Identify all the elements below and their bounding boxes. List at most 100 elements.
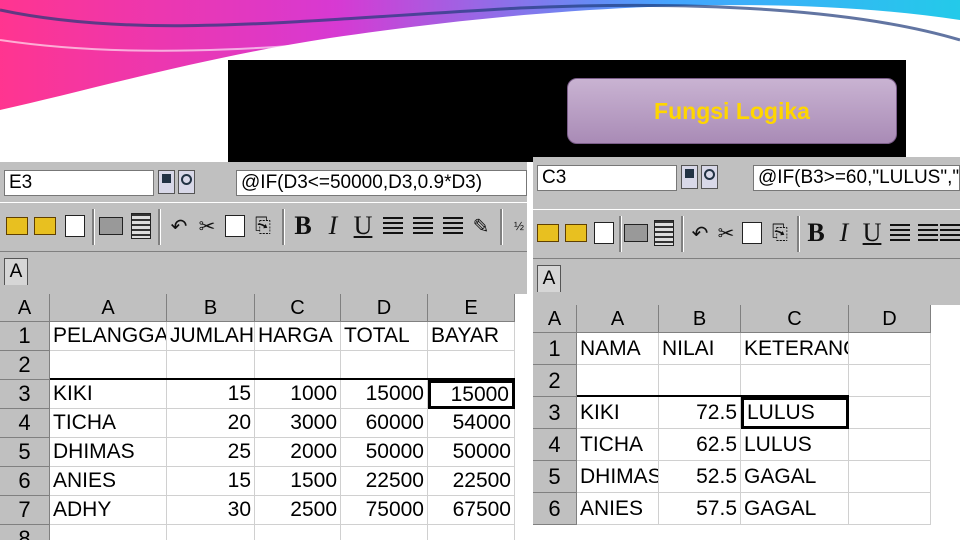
- undo-icon[interactable]: ↶: [166, 211, 192, 241]
- column-header-d[interactable]: D: [341, 294, 428, 322]
- bold-button[interactable]: B: [803, 218, 829, 248]
- grid-cell[interactable]: [167, 525, 255, 540]
- row-header-6[interactable]: 6: [0, 467, 50, 496]
- grid-cell[interactable]: 15000: [341, 380, 428, 409]
- sheet-tab-a[interactable]: A: [537, 265, 561, 292]
- navigator-icon[interactable]: [158, 170, 175, 194]
- grid-cell[interactable]: 20: [167, 409, 255, 438]
- grid-cell[interactable]: 2000: [255, 438, 341, 467]
- column-header-a[interactable]: A: [577, 305, 659, 333]
- grid-cell[interactable]: 50000: [428, 438, 515, 467]
- row-header-3[interactable]: 3: [0, 380, 50, 409]
- grid-cell[interactable]: ADHY: [50, 496, 167, 525]
- grid-cell[interactable]: JUMLAH: [167, 322, 255, 351]
- grid-cell[interactable]: 30: [167, 496, 255, 525]
- align-right-icon[interactable]: [937, 218, 960, 248]
- row-header-1[interactable]: 1: [533, 333, 577, 365]
- grid-cell[interactable]: ANIES: [577, 493, 659, 525]
- grid-cell[interactable]: 1500: [255, 467, 341, 496]
- row-header-4[interactable]: 4: [533, 429, 577, 461]
- open-folder-icon[interactable]: [535, 218, 561, 248]
- cell-reference-box[interactable]: C3: [537, 165, 677, 191]
- paste-icon[interactable]: ⎘: [250, 211, 276, 241]
- italic-button[interactable]: I: [320, 211, 346, 241]
- function-icon[interactable]: [701, 165, 718, 189]
- grid-cell[interactable]: 75000: [341, 496, 428, 525]
- column-header-a[interactable]: A: [50, 294, 167, 322]
- grid-cell[interactable]: GAGAL: [741, 461, 849, 493]
- grid-cell[interactable]: NILAI: [659, 333, 741, 365]
- print-icon[interactable]: [98, 211, 124, 241]
- grid-cell[interactable]: [849, 333, 931, 365]
- grid-cell[interactable]: [849, 493, 931, 525]
- mail-icon[interactable]: [591, 218, 617, 248]
- navigator-icon[interactable]: [681, 165, 698, 189]
- selected-cell[interactable]: 15000: [428, 380, 515, 409]
- grid-cell[interactable]: [849, 461, 931, 493]
- open-folder-icon[interactable]: [4, 211, 30, 241]
- grid-cell[interactable]: TICHA: [50, 409, 167, 438]
- save-folder-icon[interactable]: [32, 211, 58, 241]
- grid-cell[interactable]: 54000: [428, 409, 515, 438]
- copy-icon[interactable]: [739, 218, 765, 248]
- align-left-icon[interactable]: [887, 218, 913, 248]
- mail-icon[interactable]: [62, 211, 88, 241]
- grid-cell[interactable]: [741, 365, 849, 397]
- grid-cell[interactable]: DHIMAS: [50, 438, 167, 467]
- grid-cell[interactable]: [341, 525, 428, 540]
- row-header-5[interactable]: 5: [533, 461, 577, 493]
- row-header-8[interactable]: 8: [0, 525, 50, 540]
- row-header-3[interactable]: 3: [533, 397, 577, 429]
- grid-cell[interactable]: 57.5: [659, 493, 741, 525]
- grid-cell[interactable]: 67500: [428, 496, 515, 525]
- italic-button[interactable]: I: [831, 218, 857, 248]
- paste-icon[interactable]: ⎘: [767, 218, 793, 248]
- grid-cell[interactable]: [849, 365, 931, 397]
- grid-cell[interactable]: PELANGGAN: [50, 322, 167, 351]
- print-preview-icon[interactable]: [128, 211, 154, 241]
- column-header-c[interactable]: C: [255, 294, 341, 322]
- grid-cell[interactable]: [849, 429, 931, 461]
- grid-cell[interactable]: 62.5: [659, 429, 741, 461]
- grid-cell[interactable]: KETERANGAN: [741, 333, 849, 365]
- column-header-b[interactable]: B: [659, 305, 741, 333]
- row-header-6[interactable]: 6: [533, 493, 577, 525]
- grid-cell[interactable]: 25: [167, 438, 255, 467]
- corner-header[interactable]: A: [533, 305, 577, 333]
- grid-cell[interactable]: HARGA: [255, 322, 341, 351]
- grid-cell[interactable]: 72.5: [659, 397, 741, 429]
- grid-cell[interactable]: [341, 351, 428, 380]
- column-header-c[interactable]: C: [741, 305, 849, 333]
- row-header-2[interactable]: 2: [0, 351, 50, 380]
- print-preview-icon[interactable]: [651, 218, 677, 248]
- grid-cell[interactable]: ANIES: [50, 467, 167, 496]
- selected-cell[interactable]: LULUS: [741, 397, 849, 429]
- grid-cell[interactable]: DHIMAS: [577, 461, 659, 493]
- grid-cell[interactable]: [255, 525, 341, 540]
- row-header-4[interactable]: 4: [0, 409, 50, 438]
- grid-cell[interactable]: 22500: [428, 467, 515, 496]
- grid-cell[interactable]: 50000: [341, 438, 428, 467]
- copy-icon[interactable]: [222, 211, 248, 241]
- row-header-1[interactable]: 1: [0, 322, 50, 351]
- grid-cell[interactable]: [849, 397, 931, 429]
- cell-reference-box[interactable]: E3: [4, 170, 154, 196]
- grid-cell[interactable]: BAYAR: [428, 322, 515, 351]
- row-header-5[interactable]: 5: [0, 438, 50, 467]
- grid-cell[interactable]: [577, 365, 659, 397]
- function-icon[interactable]: [178, 170, 195, 194]
- underline-button[interactable]: U: [350, 211, 376, 241]
- grid-cell[interactable]: KIKI: [577, 397, 659, 429]
- cut-icon[interactable]: ✂: [194, 211, 220, 241]
- grid-cell[interactable]: 1000: [255, 380, 341, 409]
- grid-cell[interactable]: 15: [167, 467, 255, 496]
- underline-button[interactable]: U: [859, 218, 885, 248]
- print-icon[interactable]: [623, 218, 649, 248]
- grid-cell[interactable]: [255, 351, 341, 380]
- row-header-2[interactable]: 2: [533, 365, 577, 397]
- grid-cell[interactable]: [50, 351, 167, 380]
- grid-cell[interactable]: TOTAL: [341, 322, 428, 351]
- grid-cell[interactable]: 2500: [255, 496, 341, 525]
- align-right-icon[interactable]: [440, 211, 466, 241]
- grid-cell[interactable]: 22500: [341, 467, 428, 496]
